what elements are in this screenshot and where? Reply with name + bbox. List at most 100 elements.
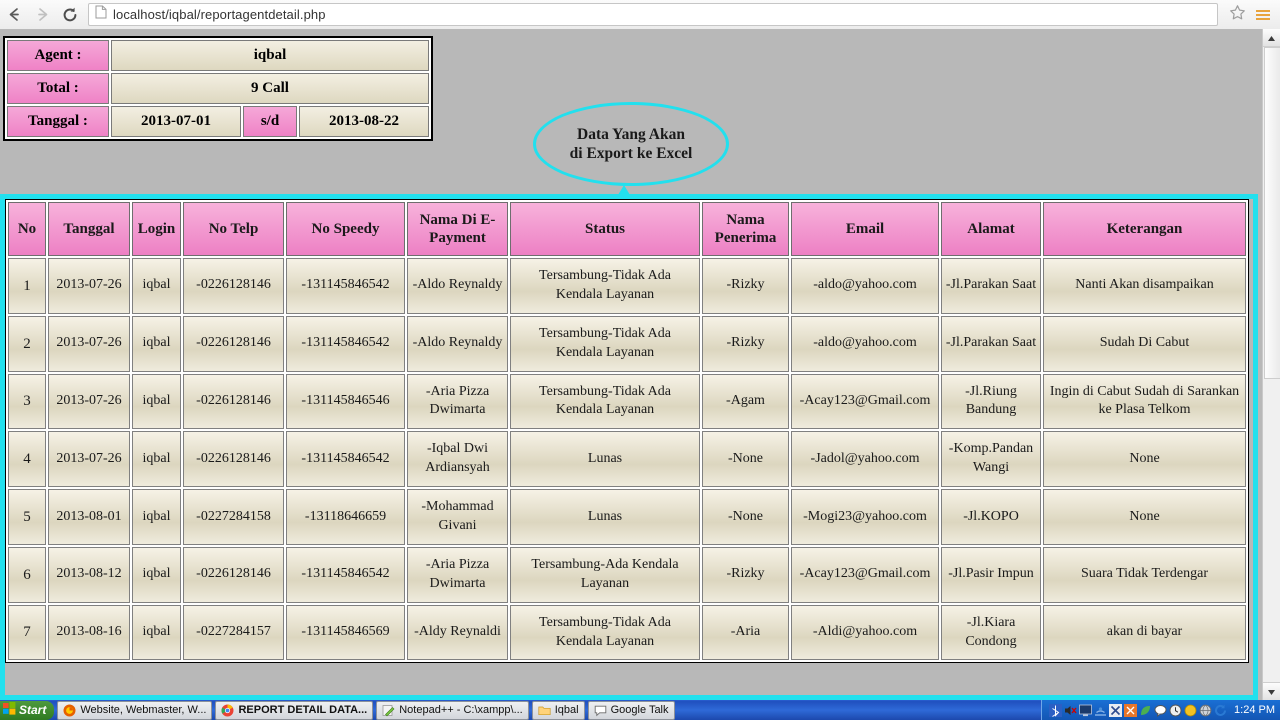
column-header-email[interactable]: Email (791, 202, 939, 256)
taskbar-item-label: Iqbal (554, 704, 579, 716)
cell-nama-epayment: -Aldo Reynaldy (407, 258, 508, 314)
address-bar[interactable]: localhost/iqbal/reportagentdetail.php (88, 3, 1218, 26)
column-header-no-speedy[interactable]: No Speedy (286, 202, 405, 256)
cell-no: 7 (8, 604, 46, 661)
report-detail-table: No Tanggal Login No Telp No Speedy Nama … (5, 199, 1249, 664)
clock-app-icon[interactable] (1169, 704, 1182, 717)
column-header-nama-epayment[interactable]: Nama Di E-Payment (407, 202, 508, 256)
date-from-value: 2013-07-01 (111, 106, 241, 137)
cell-email: -Acay123@Gmail.com (791, 373, 939, 430)
cell-nama-epayment: -Mohammad Givani (407, 489, 508, 545)
orange-app-icon[interactable] (1124, 703, 1138, 717)
column-header-no[interactable]: No (8, 202, 46, 256)
bookmark-star-button[interactable] (1224, 4, 1250, 26)
column-header-alamat[interactable]: Alamat (941, 202, 1041, 256)
data-table-container: No Tanggal Login No Telp No Speedy Nama … (5, 199, 1253, 700)
date-to-value: 2013-08-22 (299, 106, 429, 137)
green-leaf-icon[interactable] (1139, 704, 1152, 717)
cell-keterangan: Suara Tidak Terdengar (1043, 546, 1246, 603)
cell-no-telp: -0226128146 (183, 258, 284, 314)
network-icon[interactable] (1094, 704, 1107, 717)
chat-bubble-icon[interactable] (1154, 704, 1167, 717)
total-value: 9 Call (111, 73, 429, 104)
cell-alamat: -Jl.KOPO (941, 489, 1041, 545)
cell-alamat: -Jl.Kiara Condong (941, 604, 1041, 661)
yellow-circle-icon[interactable] (1184, 704, 1197, 717)
bookmark-star-icon (1229, 4, 1246, 26)
start-button[interactable]: Start (0, 700, 55, 720)
taskbar-item-chrome-report[interactable]: REPORT DETAIL DATA... (215, 700, 374, 720)
taskbar-item-label: REPORT DETAIL DATA... (238, 704, 368, 716)
column-header-tanggal[interactable]: Tanggal (48, 202, 130, 256)
agent-value: iqbal (111, 40, 429, 71)
taskbar-item-iqbal-folder[interactable]: Iqbal (531, 700, 585, 720)
x-tool-icon[interactable] (1109, 703, 1123, 717)
cell-tanggal: 2013-08-12 (48, 546, 130, 603)
browser-toolbar: localhost/iqbal/reportagentdetail.php (0, 0, 1280, 30)
cell-keterangan: akan di bayar (1043, 604, 1246, 661)
cell-no-telp: -0227284158 (183, 489, 284, 545)
caret-down-icon (1267, 683, 1276, 701)
date-separator-label: s/d (243, 106, 297, 137)
cell-tanggal: 2013-07-26 (48, 258, 130, 314)
callout-line-2: di Export ke Excel (569, 145, 693, 162)
cell-no-telp: -0226128146 (183, 431, 284, 488)
cell-nama-penerima: -Rizky (702, 546, 789, 603)
cell-no: 4 (8, 431, 46, 488)
bluetooth-icon[interactable] (1049, 703, 1063, 717)
cell-nama-epayment: -Aldy Reynaldi (407, 604, 508, 661)
cell-nama-penerima: -None (702, 431, 789, 488)
column-header-login[interactable]: Login (132, 202, 181, 256)
cell-no-telp: -0226128146 (183, 315, 284, 372)
cell-no-speedy: -131145846546 (286, 373, 405, 430)
cell-no-telp: -0226128146 (183, 373, 284, 430)
cell-no-speedy: -13118646659 (286, 489, 405, 545)
back-button[interactable] (0, 1, 28, 29)
folder-icon (538, 704, 551, 717)
column-header-nama-penerima[interactable]: Nama Penerima (702, 202, 789, 256)
taskbar-item-firefox[interactable]: Website, Webmaster, W... (57, 700, 213, 720)
table-row: 5 2013-08-01 iqbal -0227284158 -13118646659-… (8, 489, 1246, 545)
taskbar-item-google-talk[interactable]: Google Talk (587, 700, 675, 720)
cell-status: Tersambung-Tidak Ada Kendala Layanan (510, 258, 700, 314)
taskbar-clock[interactable]: 1:24 PM (1234, 704, 1275, 716)
cell-status: Lunas (510, 489, 700, 545)
scroll-down-button[interactable] (1263, 682, 1280, 700)
cell-no-telp: -0226128146 (183, 546, 284, 603)
cell-nama-epayment: -Aldo Reynaldy (407, 315, 508, 372)
forward-arrow-icon (34, 6, 51, 23)
windows-taskbar: Start Website, Webmaster, W... REPORT DE… (0, 700, 1280, 720)
forward-button[interactable] (28, 1, 56, 29)
cell-login: iqbal (132, 373, 181, 430)
cell-no: 6 (8, 546, 46, 603)
cell-keterangan: None (1043, 489, 1246, 545)
reload-button[interactable] (56, 1, 84, 29)
hamburger-menu-icon (1256, 9, 1270, 12)
blue-sync-icon[interactable] (1214, 704, 1227, 717)
cell-alamat: -Komp.Pandan Wangi (941, 431, 1041, 488)
cell-tanggal: 2013-07-26 (48, 315, 130, 372)
cell-status: Tersambung-Tidak Ada Kendala Layanan (510, 373, 700, 430)
taskbar-item-label: Google Talk (610, 704, 669, 716)
scrollbar-thumb[interactable] (1264, 47, 1280, 379)
taskbar-item-notepadpp[interactable]: Notepad++ - C:\xampp\... (376, 700, 529, 720)
browser-menu-button[interactable] (1250, 9, 1276, 20)
column-header-keterangan[interactable]: Keterangan (1043, 202, 1246, 256)
info-row-tanggal: Tanggal : 2013-07-01 s/d 2013-08-22 (7, 106, 429, 137)
column-header-status[interactable]: Status (510, 202, 700, 256)
chrome-icon (221, 704, 234, 717)
back-arrow-icon (6, 6, 23, 23)
callout-bubble: Data Yang Akan di Export ke Excel (533, 102, 729, 186)
cell-nama-penerima: -Rizky (702, 258, 789, 314)
volume-muted-icon[interactable] (1064, 704, 1077, 717)
page-scrollbar[interactable] (1262, 29, 1280, 700)
cell-email: -Acay123@Gmail.com (791, 546, 939, 603)
table-row: 3 2013-07-26 iqbal -0226128146 -131145846546… (8, 373, 1246, 430)
gray-globe-icon[interactable] (1199, 704, 1212, 717)
start-label: Start (19, 703, 47, 717)
scroll-up-button[interactable] (1263, 29, 1280, 47)
column-header-no-telp[interactable]: No Telp (183, 202, 284, 256)
cell-alamat: -Jl.Parakan Saat (941, 315, 1041, 372)
display-icon[interactable] (1079, 704, 1092, 717)
callout-text: Data Yang Akan di Export ke Excel (570, 125, 693, 164)
